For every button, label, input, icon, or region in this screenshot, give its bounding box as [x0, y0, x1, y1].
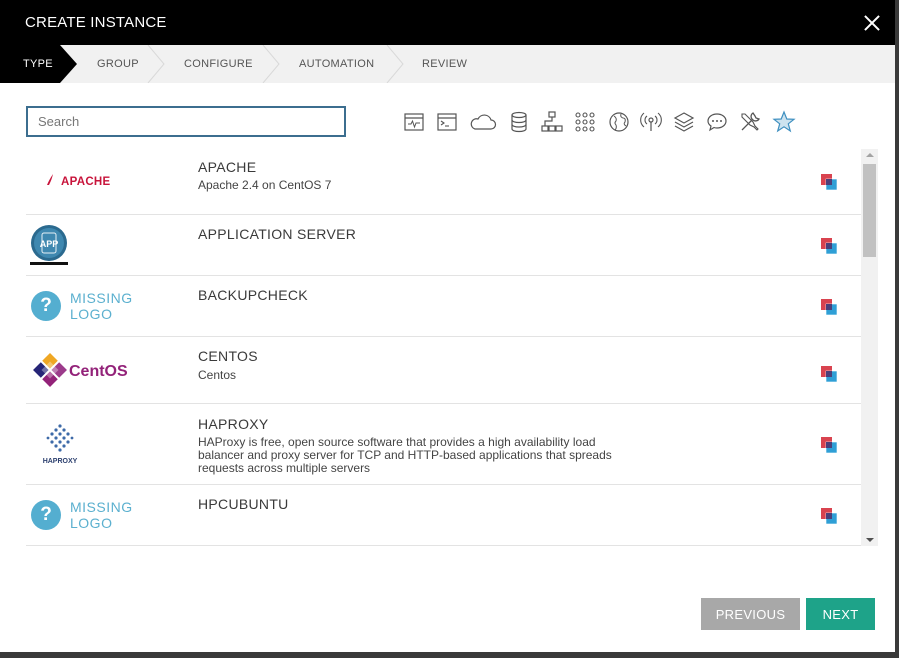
modal-header: CREATE INSTANCE	[0, 0, 895, 45]
missing-logo-text: MISSING LOGO	[70, 499, 133, 531]
list-item-apache[interactable]: APACHE APACHE Apache 2.4 on CentOS 7	[26, 149, 861, 215]
item-name: APACHE	[198, 159, 257, 175]
step-configure[interactable]: CONFIGURE	[184, 45, 253, 83]
item-name: HAPROXY	[198, 416, 269, 432]
close-icon[interactable]	[861, 12, 883, 34]
centos-logo: CentOS	[31, 350, 136, 390]
item-description: HAProxy is free, open source software th…	[198, 435, 612, 475]
item-name: CENTOS	[198, 348, 258, 364]
question-icon: ?	[31, 500, 61, 530]
step-group[interactable]: GROUP	[97, 45, 139, 83]
list-item-application-server[interactable]: APP APPLICATION SERVER	[26, 215, 861, 276]
item-name: BACKUPCHECK	[198, 287, 308, 303]
list-item-backupcheck[interactable]: ? MISSING LOGO BACKUPCHECK	[26, 276, 861, 337]
instance-type-list: APACHE APACHE Apache 2.4 on CentOS 7 APP	[26, 149, 878, 546]
missing-logo: ? MISSING LOGO	[31, 290, 151, 322]
scroll-up-icon[interactable]	[861, 149, 878, 162]
cloud-icon[interactable]	[468, 110, 498, 134]
add-instance-icon[interactable]	[819, 297, 839, 317]
step-label: AUTOMATION	[299, 58, 375, 70]
app-logo-text: APP	[40, 239, 59, 249]
step-label: REVIEW	[422, 58, 468, 70]
apache-logo-text: APACHE	[61, 176, 111, 188]
step-label: GROUP	[97, 58, 139, 70]
grid-icon[interactable]	[573, 110, 597, 134]
missing-logo-text: MISSING LOGO	[70, 290, 133, 322]
add-instance-icon[interactable]	[819, 364, 839, 384]
star-icon[interactable]	[772, 110, 796, 134]
step-review[interactable]: REVIEW	[422, 45, 467, 83]
wireless-icon[interactable]	[639, 110, 663, 134]
step-type[interactable]: TYPE	[0, 45, 77, 83]
modal-title: CREATE INSTANCE	[25, 14, 167, 31]
step-separator-icon	[262, 44, 280, 84]
add-instance-icon[interactable]	[819, 172, 839, 192]
create-instance-modal: CREATE INSTANCE TYPE GROUP CONFIGURE AUT…	[0, 0, 895, 652]
globe-icon[interactable]	[607, 110, 631, 134]
centos-logo-text: CentOS	[69, 363, 128, 380]
step-separator-icon	[386, 44, 404, 84]
next-button[interactable]: NEXT	[806, 598, 875, 630]
app-logo: APP	[30, 224, 70, 266]
chat-icon[interactable]	[705, 110, 729, 134]
search-input[interactable]	[26, 106, 346, 137]
haproxy-logo-text: HAPROXY	[43, 458, 78, 465]
list-scrollbar[interactable]	[861, 149, 878, 546]
step-label: TYPE	[23, 58, 53, 70]
add-instance-icon[interactable]	[819, 236, 839, 256]
item-description: Apache 2.4 on CentOS 7	[198, 178, 332, 192]
step-automation[interactable]: AUTOMATION	[299, 45, 374, 83]
step-separator-icon	[147, 44, 165, 84]
scroll-thumb[interactable]	[863, 164, 876, 257]
list-item-hpcubuntu[interactable]: ? MISSING LOGO HPCUBUNTU	[26, 485, 861, 546]
step-label: CONFIGURE	[184, 58, 253, 70]
haproxy-logo: HAPROXY	[34, 421, 84, 465]
layers-icon[interactable]	[672, 110, 696, 134]
tools-icon[interactable]	[738, 110, 762, 134]
question-icon: ?	[31, 291, 61, 321]
add-instance-icon[interactable]	[819, 506, 839, 526]
previous-button[interactable]: PREVIOUS	[701, 598, 800, 630]
apache-logo: APACHE	[31, 161, 136, 201]
scroll-down-icon[interactable]	[861, 533, 878, 546]
list-item-centos[interactable]: CentOS CENTOS Centos	[26, 337, 861, 404]
wizard-steps: TYPE GROUP CONFIGURE AUTOMATION REVIEW	[0, 44, 895, 84]
web-icon[interactable]	[402, 110, 426, 134]
network-icon[interactable]	[540, 110, 564, 134]
terminal-icon[interactable]	[435, 110, 459, 134]
list-item-haproxy[interactable]: HAPROXY HAPROXY HAProxy is free, open so…	[26, 404, 861, 485]
item-name: APPLICATION SERVER	[198, 226, 357, 242]
database-icon[interactable]	[507, 110, 531, 134]
item-name: HPCUBUNTU	[198, 496, 289, 512]
missing-logo: ? MISSING LOGO	[31, 499, 151, 531]
add-instance-icon[interactable]	[819, 435, 839, 455]
item-description: Centos	[198, 368, 237, 382]
